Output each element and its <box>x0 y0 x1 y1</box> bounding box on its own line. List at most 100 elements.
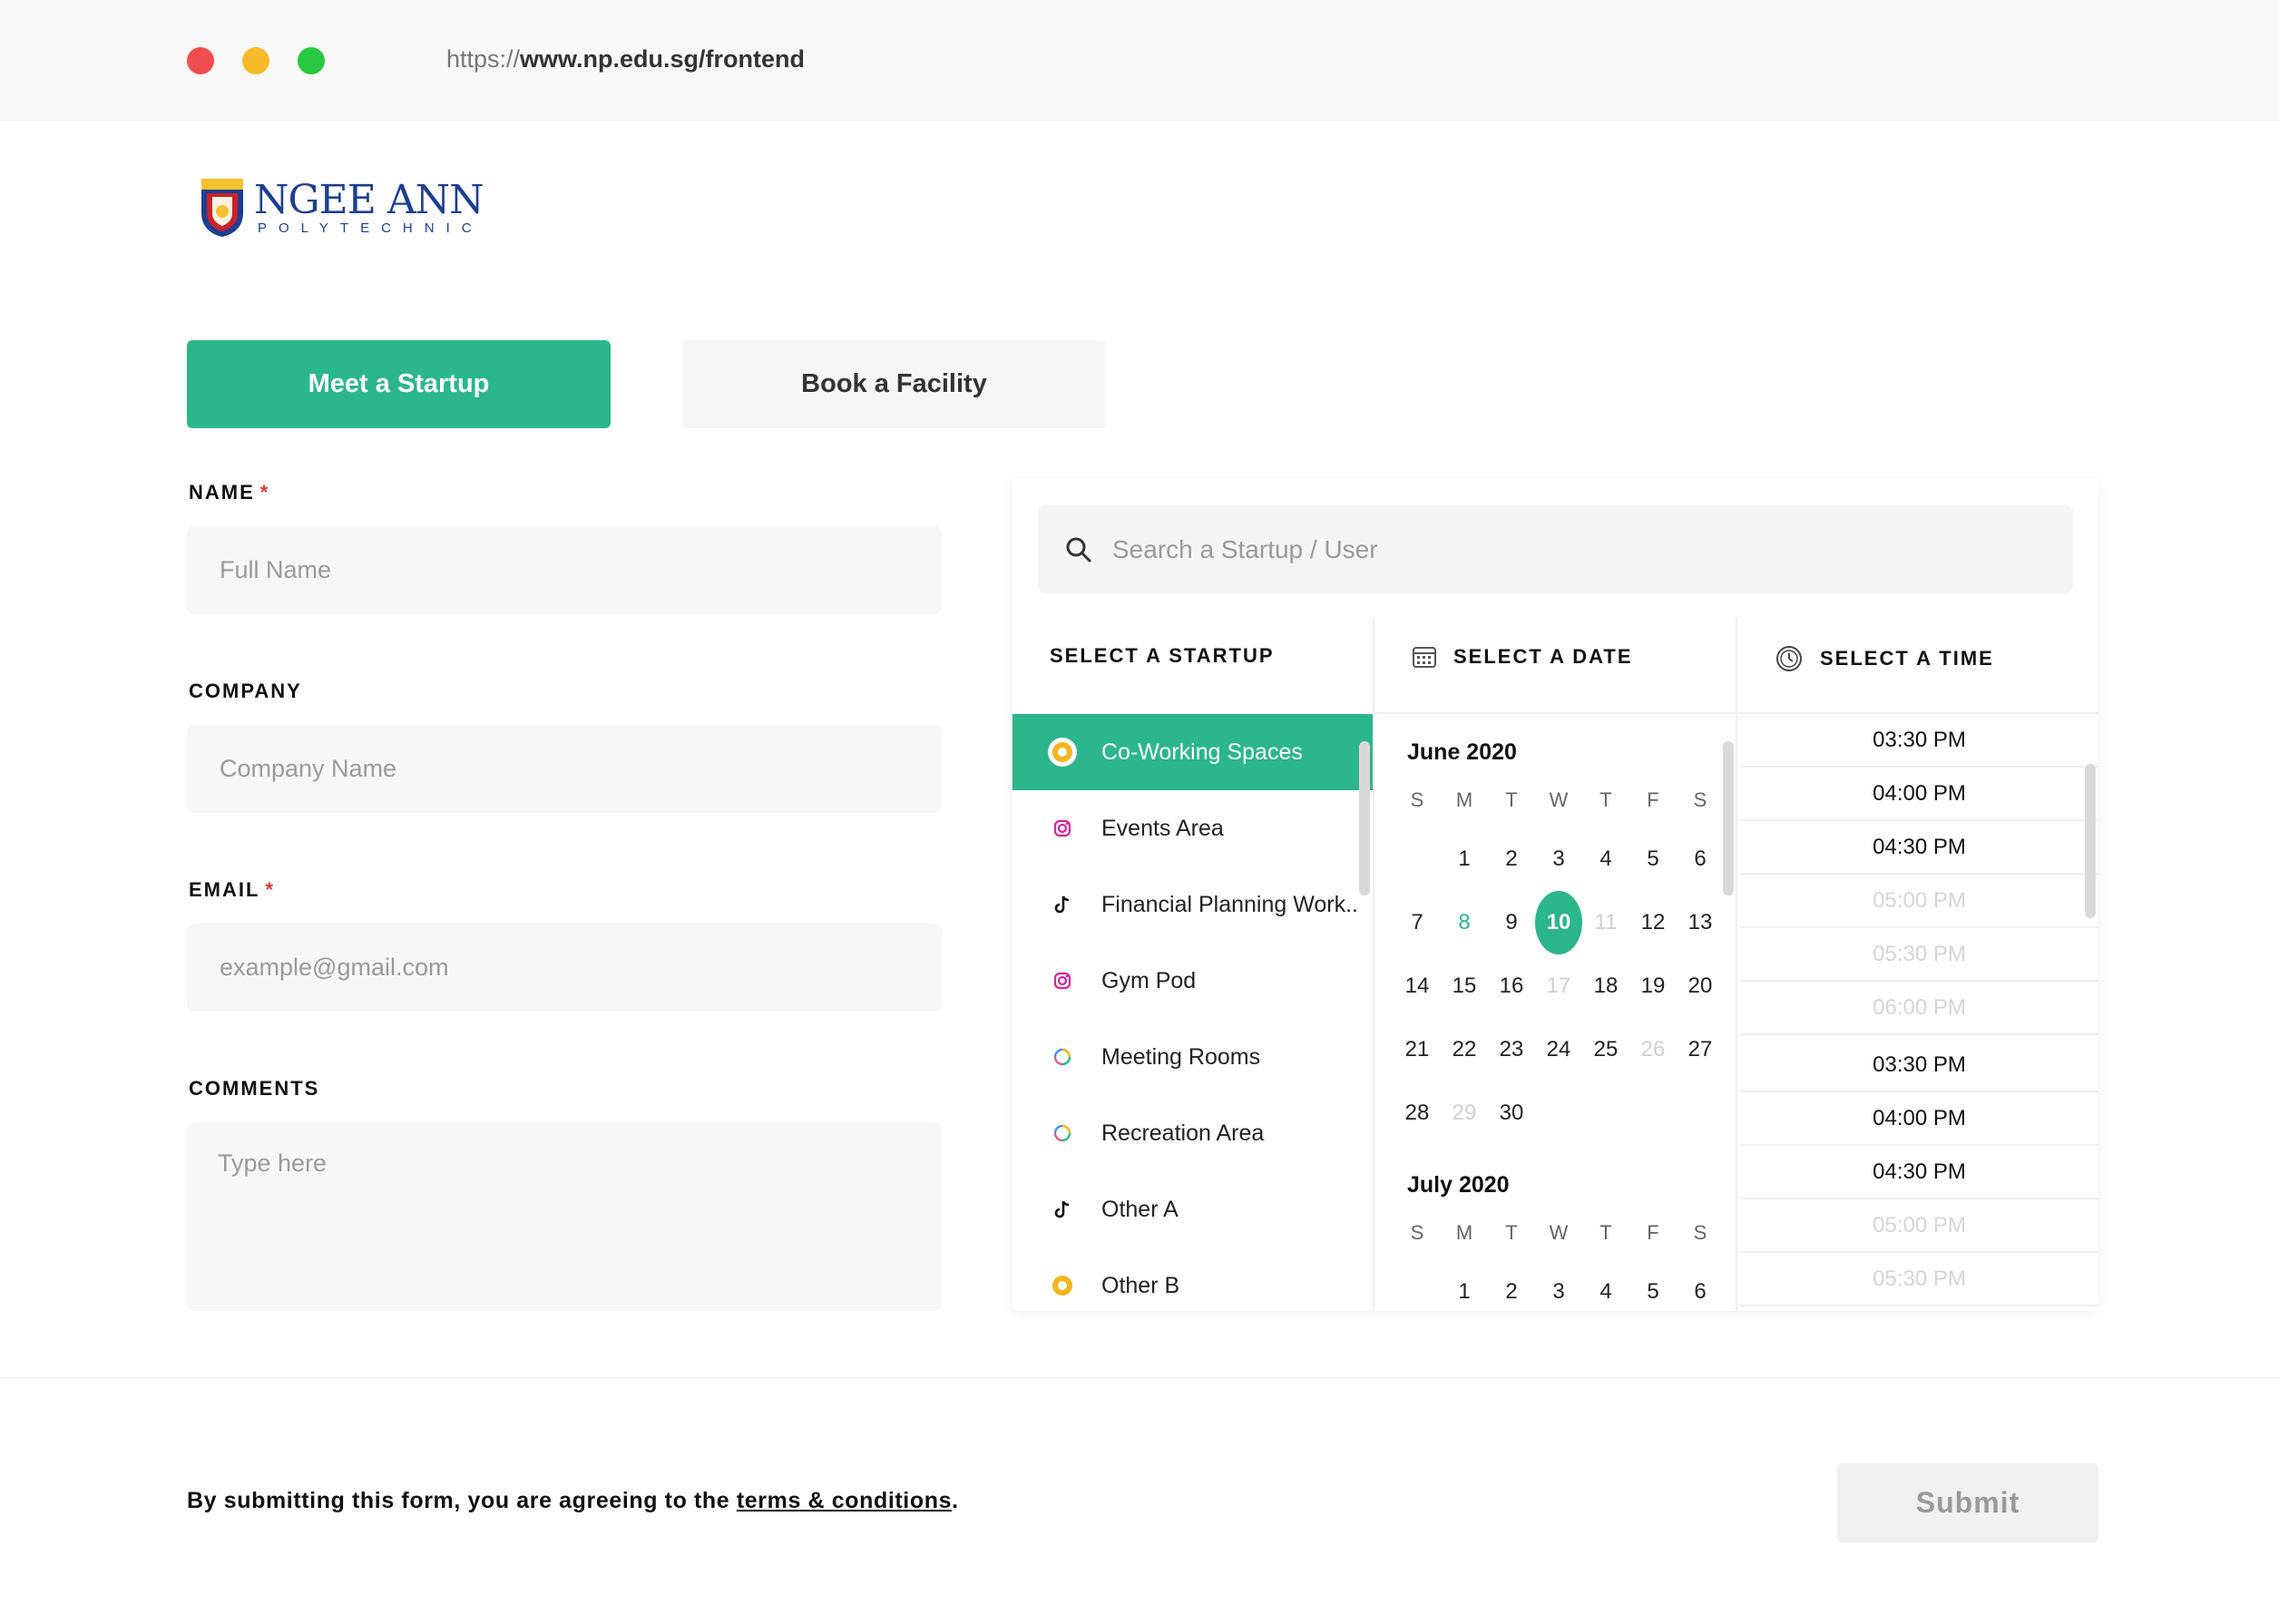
browser-bar: https://www.np.edu.sg/frontend <box>0 0 2279 122</box>
email-input[interactable] <box>187 924 942 1012</box>
search-bar[interactable] <box>1038 505 2073 593</box>
day-cell[interactable]: 30 <box>1488 1081 1535 1145</box>
tiktok-icon <box>1047 889 1078 920</box>
day-cell[interactable]: 13 <box>1677 891 1724 954</box>
tab-meet-startup[interactable]: Meet a Startup <box>187 340 611 428</box>
day-cell[interactable]: 8 <box>1441 891 1488 954</box>
day-cell[interactable]: 9 <box>1488 891 1535 954</box>
startup-list: Co-Working Spaces Events Area Financial Pl… <box>1012 714 1373 1311</box>
name-label-text: NAME <box>189 481 255 504</box>
time-slot[interactable]: 03:30 PM <box>1740 714 2098 768</box>
weekday-label: W <box>1549 788 1569 811</box>
startup-item-label: Co-Working Spaces <box>1101 739 1303 765</box>
time-slot[interactable]: 04:00 PM <box>1740 1092 2098 1146</box>
day-cell[interactable]: 4 <box>1582 827 1629 891</box>
maximize-window-dot[interactable] <box>298 47 325 74</box>
startup-item[interactable]: Other B <box>1012 1247 1373 1311</box>
weekday-label: T <box>1505 788 1518 811</box>
day-cell[interactable]: 22 <box>1441 1018 1488 1081</box>
day-cell[interactable]: 7 <box>1394 891 1441 954</box>
instagram-icon <box>1047 813 1078 844</box>
day-cell[interactable]: 6 <box>1677 827 1724 891</box>
empty-day-cell <box>1582 1081 1629 1145</box>
yellow-circle-icon <box>1047 1270 1078 1301</box>
day-cell[interactable]: 3 <box>1535 827 1582 891</box>
startup-item[interactable]: Gym Pod <box>1012 943 1373 1019</box>
startup-scrollbar[interactable] <box>1359 741 1370 895</box>
comments-textarea[interactable] <box>187 1122 942 1311</box>
time-scrollbar[interactable] <box>2085 764 2096 918</box>
time-slot[interactable]: 04:00 PM <box>1740 768 2098 821</box>
required-mark: * <box>259 481 270 504</box>
day-cell[interactable]: 4 <box>1582 1260 1629 1311</box>
calendar-scrollbar[interactable] <box>1723 741 1734 895</box>
tab-book-facility[interactable]: Book a Facility <box>682 340 1106 428</box>
day-cell[interactable]: 1 <box>1441 827 1488 891</box>
selected-day: 10 <box>1535 891 1582 954</box>
submit-button[interactable]: Submit <box>1837 1463 2098 1542</box>
day-cell[interactable]: 6 <box>1677 1260 1724 1311</box>
terms-suffix: . <box>952 1488 959 1513</box>
day-cell[interactable]: 24 <box>1535 1018 1582 1081</box>
url-host: www.np.edu.sg/frontend <box>520 45 806 73</box>
day-cell[interactable]: 16 <box>1488 954 1535 1018</box>
time-slot[interactable]: 04:30 PM <box>1740 821 2098 875</box>
time-slot: 05:30 PM <box>1740 1253 2098 1306</box>
day-cell[interactable]: 25 <box>1582 1018 1629 1081</box>
time-slot: 05:30 PM <box>1740 928 2098 982</box>
startup-item-label: Events Area <box>1101 815 1224 841</box>
date-calendar: June 2020 S M T W T F S 1 2 3 4 5 6 7 8 9 10 11 12 13 14 15 16 1… <box>1375 714 1736 1311</box>
logo-name: NGEE ANN <box>254 176 484 223</box>
time-slot[interactable]: 03:30 PM <box>1740 1039 2098 1092</box>
terms-prefix: By submitting this form, you are agreein… <box>187 1488 737 1513</box>
calendar-grid: SMTWTFS123456 <box>1375 1206 1736 1311</box>
day-cell[interactable]: 19 <box>1629 954 1677 1018</box>
startup-item[interactable]: Co-Working Spaces <box>1012 714 1373 790</box>
url-scheme: https:// <box>446 45 521 73</box>
day-cell[interactable]: 23 <box>1488 1018 1535 1081</box>
day-cell[interactable]: 2 <box>1488 827 1535 891</box>
day-cell[interactable]: 14 <box>1394 954 1441 1018</box>
startup-item-label: Other A <box>1101 1196 1179 1222</box>
empty-day-cell <box>1394 1260 1441 1311</box>
time-slot: 06:00 PM <box>1740 982 2098 1035</box>
terms-link[interactable]: terms & conditions <box>737 1488 952 1513</box>
clock-icon <box>1776 646 1802 671</box>
time-slot[interactable]: 04:30 PM <box>1740 1146 2098 1199</box>
weekday-label: T <box>1599 788 1612 811</box>
startup-item[interactable]: Other A <box>1012 1171 1373 1247</box>
day-cell[interactable]: 2 <box>1488 1260 1535 1311</box>
weekday-label: F <box>1647 788 1659 811</box>
search-input[interactable] <box>1112 534 2020 564</box>
day-cell[interactable]: 1 <box>1441 1260 1488 1311</box>
address-bar[interactable]: https://www.np.edu.sg/frontend <box>446 45 805 73</box>
company-input[interactable] <box>187 725 942 813</box>
day-cell[interactable]: 10 <box>1535 891 1582 954</box>
startup-item[interactable]: Recreation Area <box>1012 1095 1373 1171</box>
weekday-label: S <box>1410 1221 1424 1244</box>
instagram-icon <box>1047 965 1078 996</box>
startup-item[interactable]: Meeting Rooms <box>1012 1019 1373 1095</box>
day-cell[interactable]: 20 <box>1677 954 1724 1018</box>
required-mark: * <box>265 878 276 901</box>
crest-icon <box>201 179 243 237</box>
day-cell[interactable]: 5 <box>1629 1260 1677 1311</box>
weekday-label: S <box>1693 1221 1707 1244</box>
time-column-header: SELECT A TIME <box>1775 644 1994 673</box>
day-cell[interactable]: 27 <box>1677 1018 1724 1081</box>
day-cell[interactable]: 21 <box>1394 1018 1441 1081</box>
name-label: NAME * <box>189 481 269 504</box>
day-cell[interactable]: 5 <box>1629 827 1677 891</box>
day-cell[interactable]: 3 <box>1535 1260 1582 1311</box>
day-cell[interactable]: 12 <box>1629 891 1677 954</box>
minimize-window-dot[interactable] <box>242 47 269 74</box>
startup-item[interactable]: Financial Planning Work.. <box>1012 866 1373 943</box>
close-window-dot[interactable] <box>187 47 214 74</box>
day-cell[interactable]: 28 <box>1394 1081 1441 1145</box>
weekday-label: S <box>1693 788 1707 811</box>
day-cell[interactable]: 15 <box>1441 954 1488 1018</box>
email-label: EMAIL * <box>189 878 275 902</box>
startup-item[interactable]: Events Area <box>1012 790 1373 866</box>
name-input[interactable] <box>187 526 942 614</box>
day-cell[interactable]: 18 <box>1582 954 1629 1018</box>
